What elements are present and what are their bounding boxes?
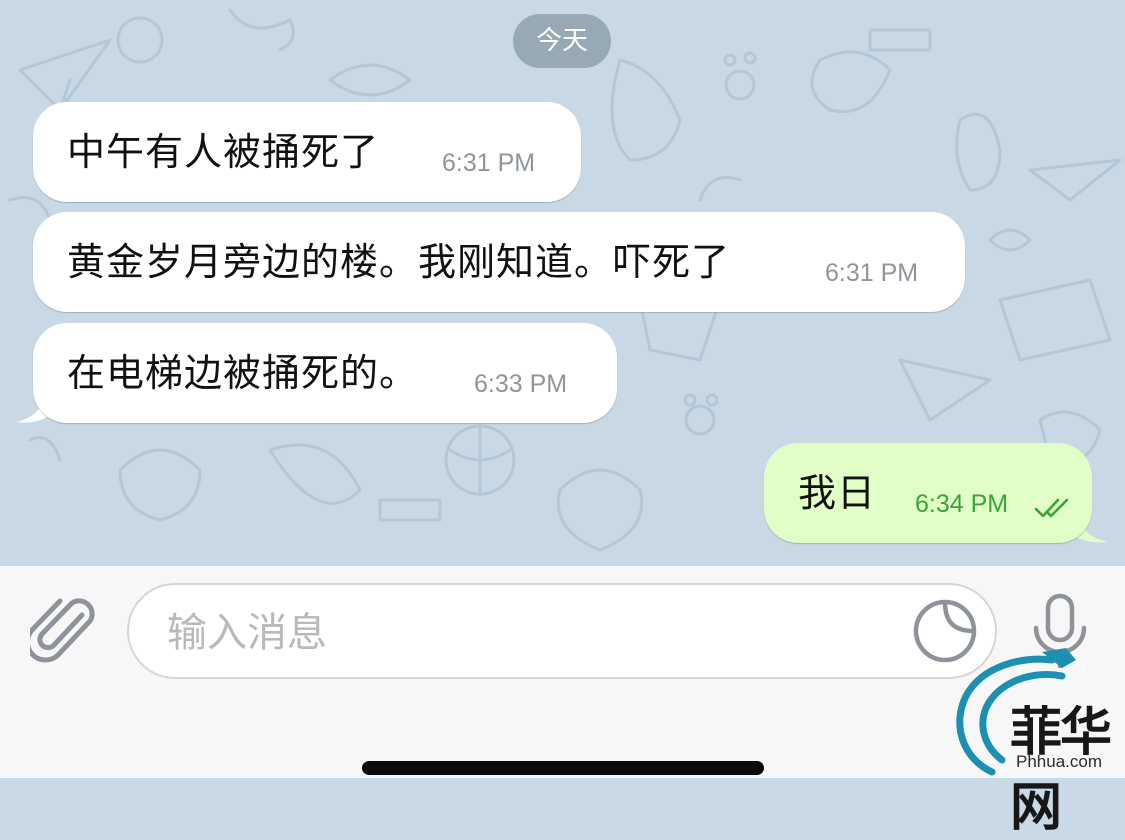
message-time: 6:33 PM [474, 370, 568, 398]
double-check-icon [1034, 498, 1069, 518]
message-text: 中午有人被捅死了 [67, 130, 380, 174]
message-bubble-incoming[interactable]: 在电梯边被捅死的。 6:33 PM [33, 323, 617, 423]
message-time: 6:31 PM [825, 259, 919, 287]
home-indicator [362, 761, 764, 775]
message-input-field[interactable] [127, 583, 997, 679]
paperclip-icon[interactable] [30, 595, 100, 667]
message-time: 6:34 PM [915, 490, 1009, 518]
message-text: 在电梯边被捅死的。 [67, 351, 419, 395]
chat-area[interactable]: 今天 中午有人被捅死了 6:31 PM 黄金岁月旁边的楼。我刚知道。吓死了 6:… [0, 0, 1125, 565]
message-text: 我日 [798, 471, 877, 515]
watermark-url: Phhua.com [1016, 752, 1102, 771]
message-bubble-outgoing[interactable]: 我日 6:34 PM [764, 443, 1092, 543]
date-divider: 今天 [513, 14, 611, 68]
message-bubble-incoming[interactable]: 中午有人被捅死了 6:31 PM [33, 102, 581, 202]
message-text: 黄金岁月旁边的楼。我刚知道。吓死了 [67, 240, 731, 284]
message-time: 6:31 PM [442, 149, 536, 177]
message-input[interactable] [165, 603, 909, 663]
message-bubble-incoming[interactable]: 黄金岁月旁边的楼。我刚知道。吓死了 6:31 PM [33, 212, 965, 312]
